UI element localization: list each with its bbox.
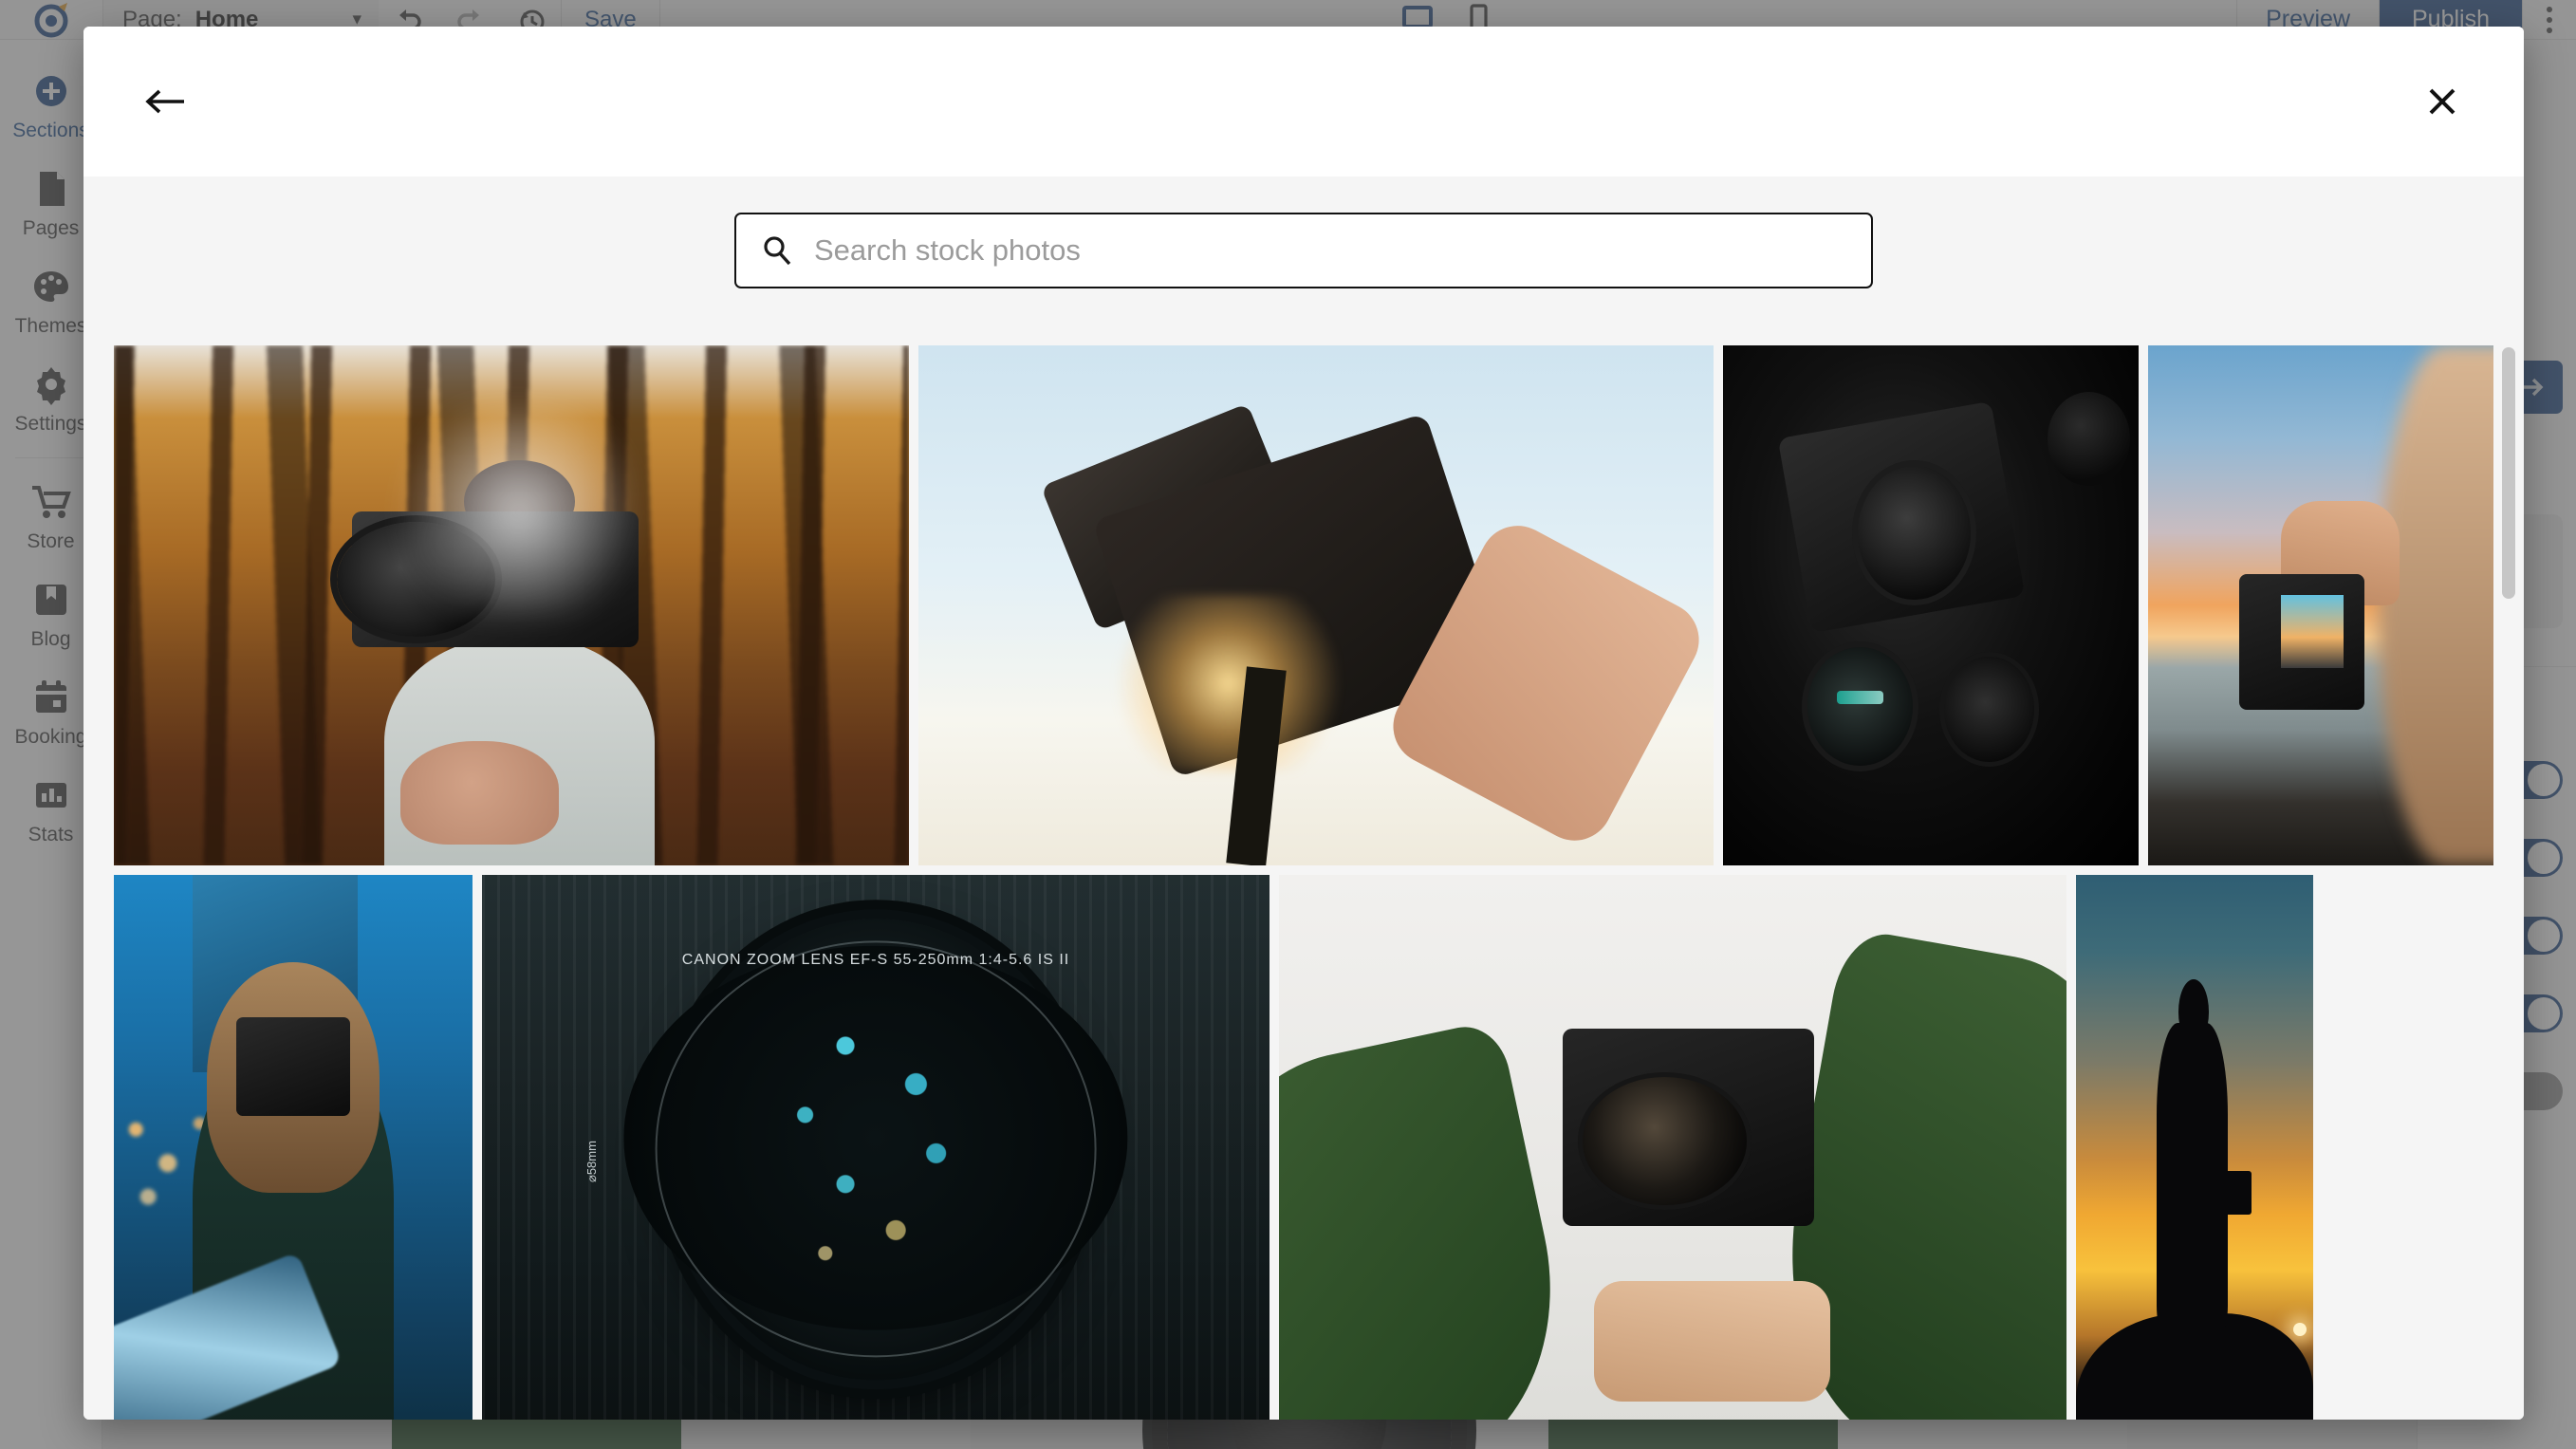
arrow-left-icon	[145, 89, 184, 114]
stock-photo-canon-zoom-lens[interactable]: CANON ZOOM LENS EF-S 55-250mm 1:4-5.6 IS…	[482, 875, 1269, 1420]
search-icon	[764, 236, 791, 266]
search-area: Search stock photos	[83, 176, 2524, 288]
photo-grid-row	[114, 345, 2493, 865]
stock-photo-picker-modal: Search stock photos CANON ZOOM LENS EF-S…	[83, 27, 2524, 1420]
modal-scrollbar[interactable]	[2501, 347, 2516, 1412]
modal-scroll-thumb[interactable]	[2502, 347, 2515, 599]
back-button[interactable]	[135, 76, 195, 127]
stock-photo-sunset-silhouette[interactable]	[2076, 875, 2313, 1420]
modal-header	[83, 27, 2524, 176]
search-placeholder-text: Search stock photos	[814, 233, 1081, 267]
stock-photo-city-night-photographer[interactable]	[114, 875, 473, 1420]
modal-body: Search stock photos CANON ZOOM LENS EF-S…	[83, 176, 2524, 1420]
stock-photo-canon-eos-6d-monstera[interactable]	[1279, 875, 2066, 1420]
stock-photo-forest-camera-toss[interactable]	[114, 345, 909, 865]
photo-grid-row: CANON ZOOM LENS EF-S 55-250mm 1:4-5.6 IS…	[114, 875, 2493, 1420]
close-x-icon	[2429, 88, 2456, 115]
stock-photo-grid: CANON ZOOM LENS EF-S 55-250mm 1:4-5.6 IS…	[114, 345, 2493, 1420]
stock-photo-camera-sun-flare[interactable]	[918, 345, 1714, 865]
close-button[interactable]	[2412, 76, 2473, 127]
stock-photo-dark-gear-flatlay[interactable]	[1723, 345, 2139, 865]
stock-photo-sunset-beach-shoot[interactable]	[2148, 345, 2493, 865]
search-input[interactable]: Search stock photos	[734, 213, 1873, 288]
